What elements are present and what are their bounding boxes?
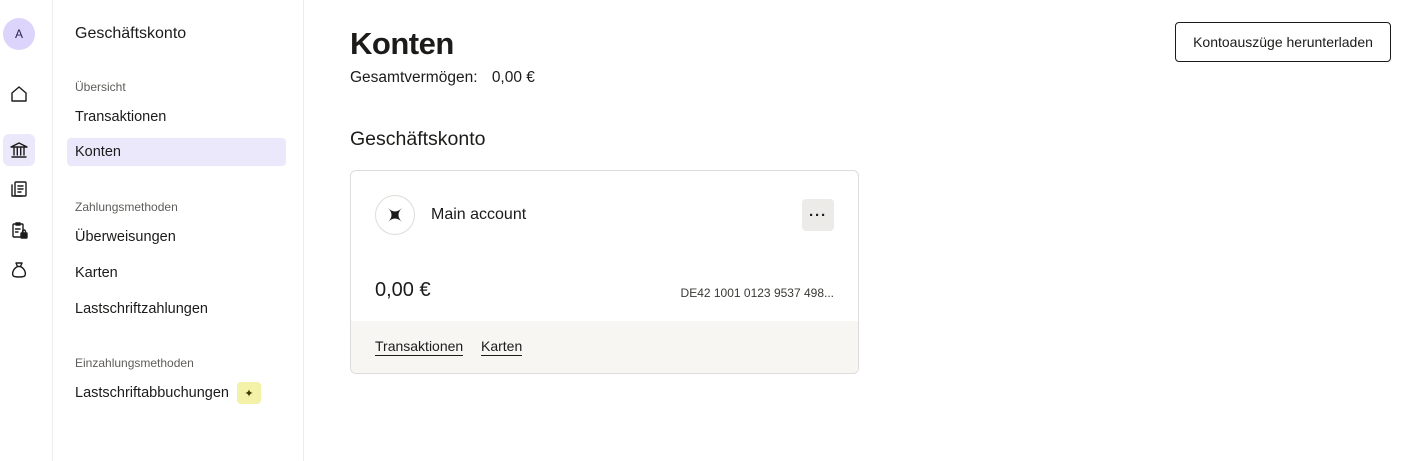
- account-logo: [375, 195, 415, 235]
- more-options-button[interactable]: ···: [802, 199, 834, 231]
- invoice-icon: [11, 181, 27, 197]
- nav-item-ueberweisungen[interactable]: Überweisungen: [67, 223, 286, 251]
- account-card: Main account ··· 0,00 € DE42 1001 0123 9…: [350, 170, 859, 374]
- account-name: Main account: [431, 206, 527, 223]
- avatar-initial: A: [14, 27, 23, 41]
- account-balance: 0,00 €: [375, 279, 431, 301]
- money-bag-icon: [11, 262, 27, 278]
- rail-money-bag-button[interactable]: [3, 254, 35, 286]
- home-icon: [11, 86, 27, 102]
- download-statements-button[interactable]: Kontoauszüge herunterladen: [1175, 22, 1391, 62]
- brand-logo-icon: [388, 208, 402, 222]
- account-iban: DE42 1001 0123 9537 498...: [680, 286, 834, 300]
- subnav-title: Geschäftskonto: [75, 25, 187, 42]
- nav-group-label: Einzahlungsmethoden: [75, 356, 194, 370]
- rail-bank-button[interactable]: [3, 134, 35, 166]
- avatar[interactable]: A: [3, 18, 35, 50]
- nav-item-label: Lastschriftabbuchungen: [75, 385, 229, 401]
- nav-item-lastschriftzahlungen[interactable]: Lastschriftzahlungen: [67, 295, 286, 323]
- page-title: Konten: [350, 26, 454, 61]
- clipboard-lock-icon: [12, 222, 28, 239]
- total-assets: Gesamtvermögen: 0,00 €: [350, 69, 535, 87]
- section-title: Geschäftskonto: [350, 128, 486, 150]
- nav-item-konten[interactable]: Konten: [67, 138, 286, 166]
- sparkle-icon: ✦: [236, 382, 261, 404]
- nav-item-transaktionen[interactable]: Transaktionen: [67, 103, 286, 131]
- nav-group-label: Übersicht: [75, 80, 126, 94]
- rail-home-button[interactable]: [3, 78, 35, 110]
- icon-rail: A: [0, 0, 53, 461]
- rail-clipboard-lock-button[interactable]: [3, 214, 35, 246]
- rail-invoice-button[interactable]: [3, 173, 35, 205]
- sub-navigation: Geschäftskonto Übersicht Transaktionen K…: [53, 0, 304, 461]
- total-label: Gesamtvermögen:: [350, 69, 478, 86]
- nav-item-karten[interactable]: Karten: [67, 259, 286, 287]
- transactions-link[interactable]: Transaktionen: [375, 338, 464, 356]
- cards-link[interactable]: Karten: [481, 338, 523, 356]
- nav-group-label: Zahlungsmethoden: [75, 200, 178, 214]
- bank-icon: [10, 142, 28, 158]
- nav-item-lastschriftabbuchungen[interactable]: Lastschriftabbuchungen ✦: [67, 379, 286, 407]
- card-footer: Transaktionen Karten: [351, 321, 858, 373]
- total-value: 0,00 €: [491, 69, 535, 86]
